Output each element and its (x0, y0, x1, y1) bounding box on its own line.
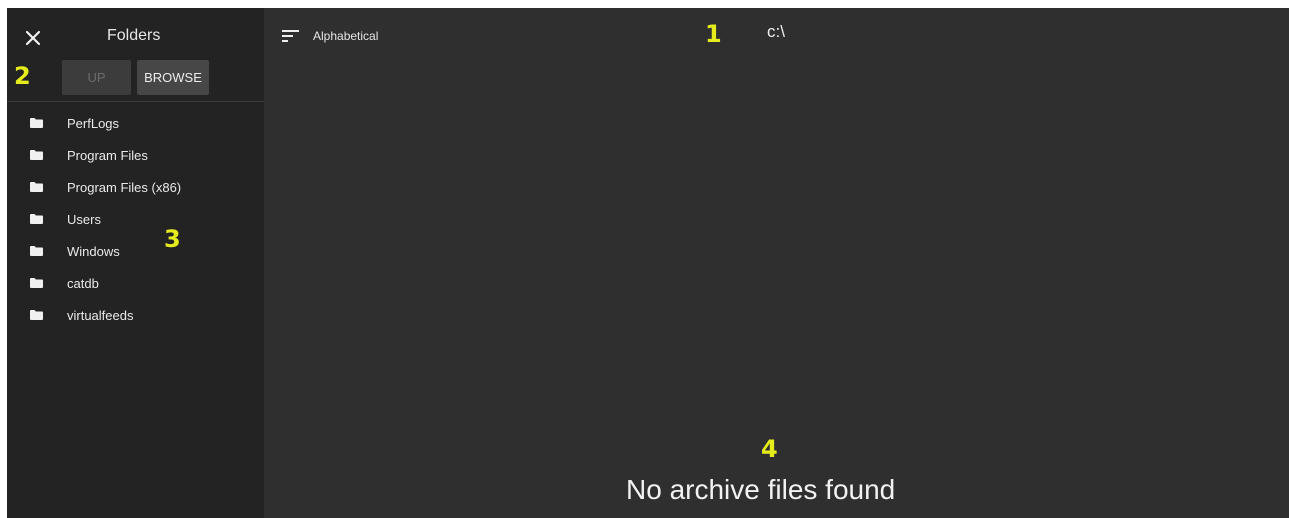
folder-label: Users (67, 212, 101, 227)
archive-browser-window: Folders UP BROWSE PerfLogs Program Files… (7, 8, 1289, 518)
folder-list: PerfLogs Program Files Program Files (x8… (7, 108, 264, 332)
folder-label: Windows (67, 244, 120, 259)
folder-item-virtualfeeds[interactable]: virtualfeeds (7, 300, 264, 332)
folder-label: virtualfeeds (67, 308, 134, 323)
folder-item-program-files-x86[interactable]: Program Files (x86) (7, 172, 264, 204)
folder-icon (30, 246, 43, 256)
sidebar-title: Folders (107, 27, 161, 44)
sidebar-divider (7, 101, 264, 102)
annotation-marker-4: 4 (761, 435, 778, 463)
folder-icon (30, 310, 43, 320)
close-sidebar-button[interactable] (21, 26, 45, 50)
empty-state-message: No archive files found (626, 474, 896, 505)
folder-item-windows[interactable]: Windows (7, 236, 264, 268)
folder-label: PerfLogs (67, 116, 120, 131)
annotation-marker-3: 3 (164, 225, 181, 253)
folder-icon (30, 182, 43, 192)
folder-label: Program Files (67, 148, 148, 163)
current-path: c:\ (767, 22, 785, 41)
folder-icon (30, 214, 43, 224)
folder-icon (30, 278, 43, 288)
folder-item-catdb[interactable]: catdb (7, 268, 264, 300)
close-icon (21, 26, 45, 50)
up-button[interactable]: UP (62, 60, 131, 95)
annotation-marker-1: 1 (705, 20, 722, 48)
browse-button[interactable]: BROWSE (137, 60, 209, 95)
folder-icon (30, 118, 43, 128)
sort-icon (282, 29, 300, 43)
folder-label: catdb (67, 276, 99, 291)
folder-item-perflogs[interactable]: PerfLogs (7, 108, 264, 140)
folder-icon (30, 150, 43, 160)
annotation-marker-2: 2 (14, 62, 31, 90)
folder-label: Program Files (x86) (67, 180, 182, 195)
folder-item-program-files[interactable]: Program Files (7, 140, 264, 172)
folder-item-users[interactable]: Users (7, 204, 264, 236)
sort-label: Alphabetical (313, 29, 379, 43)
folders-sidebar: Folders UP BROWSE PerfLogs Program Files… (7, 8, 264, 518)
